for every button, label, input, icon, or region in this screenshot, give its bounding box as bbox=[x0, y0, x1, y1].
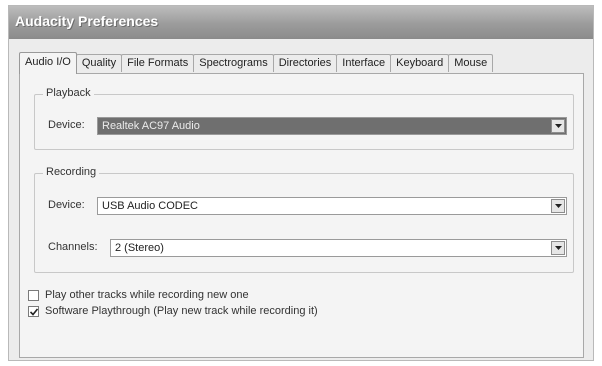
preferences-window: Audacity Preferences Audio I/O Quality F… bbox=[8, 5, 594, 361]
recording-group: Recording Device: USB Audio CODEC Channe… bbox=[34, 166, 574, 273]
channels-value: 2 (Stereo) bbox=[115, 242, 164, 254]
recording-group-title: Recording bbox=[43, 166, 100, 178]
tab-keyboard[interactable]: Keyboard bbox=[390, 54, 450, 72]
tab-mouse[interactable]: Mouse bbox=[448, 54, 494, 72]
recording-device-value: USB Audio CODEC bbox=[102, 200, 198, 212]
software-playthrough-checkbox[interactable] bbox=[28, 306, 39, 317]
tab-quality[interactable]: Quality bbox=[75, 54, 123, 72]
chevron-down-icon[interactable] bbox=[551, 199, 565, 213]
tab-audio-io[interactable]: Audio I/O bbox=[19, 52, 77, 74]
software-playthrough-label[interactable]: Software Playthrough (Play new track whi… bbox=[45, 305, 318, 317]
tab-spectrograms[interactable]: Spectrograms bbox=[193, 54, 274, 72]
chevron-down-icon[interactable] bbox=[551, 241, 565, 255]
channels-select[interactable]: 2 (Stereo) bbox=[110, 239, 567, 257]
channels-label: Channels: bbox=[48, 241, 98, 253]
playback-device-value: Realtek AC97 Audio bbox=[102, 120, 200, 132]
tab-file-formats[interactable]: File Formats bbox=[121, 54, 195, 72]
playback-device-select[interactable]: Realtek AC97 Audio bbox=[97, 117, 567, 135]
window-title: Audacity Preferences bbox=[15, 13, 159, 29]
audio-io-panel: Playback Device: Realtek AC97 Audio Reco… bbox=[19, 73, 584, 358]
playback-device-label: Device: bbox=[48, 119, 85, 131]
recording-device-select[interactable]: USB Audio CODEC bbox=[97, 197, 567, 215]
playback-group-title: Playback bbox=[43, 87, 94, 99]
checkmark-icon bbox=[30, 308, 38, 316]
title-bar[interactable]: Audacity Preferences bbox=[9, 6, 593, 39]
tab-directories[interactable]: Directories bbox=[272, 54, 338, 72]
playback-group: Playback Device: Realtek AC97 Audio bbox=[34, 87, 574, 150]
chevron-down-icon[interactable] bbox=[551, 119, 565, 133]
recording-device-label: Device: bbox=[48, 199, 85, 211]
tab-bar: Audio I/O Quality File Formats Spectrogr… bbox=[19, 52, 494, 74]
play-other-tracks-checkbox[interactable] bbox=[28, 290, 39, 301]
tab-interface[interactable]: Interface bbox=[336, 54, 392, 72]
play-other-tracks-label[interactable]: Play other tracks while recording new on… bbox=[45, 289, 249, 301]
